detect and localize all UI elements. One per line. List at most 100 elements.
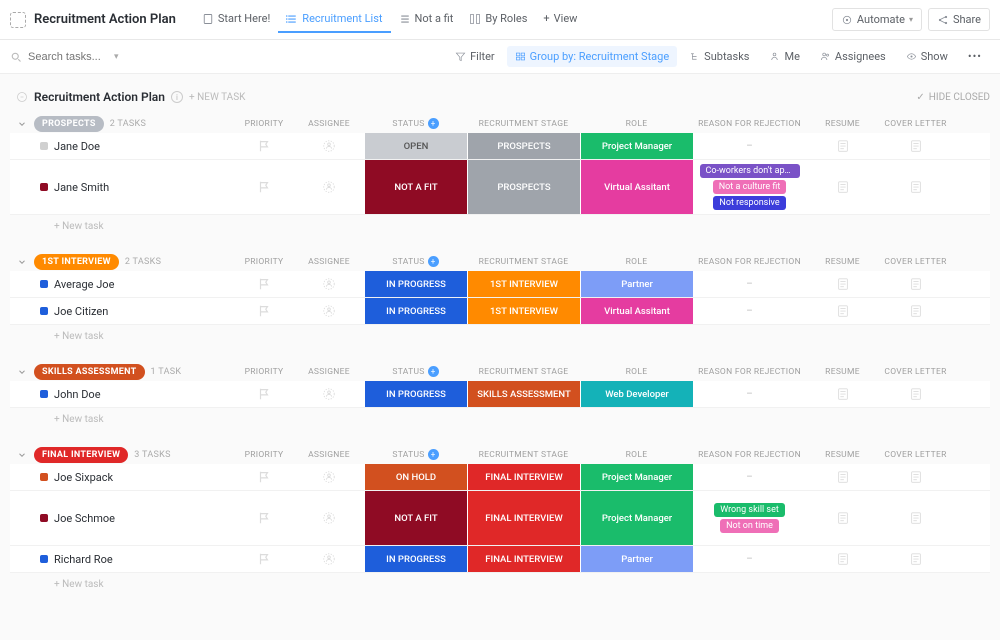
col-priority[interactable]: PRIORITY <box>234 115 294 133</box>
hide-closed-toggle[interactable]: ✓ HIDE CLOSED <box>916 92 990 103</box>
plus-icon[interactable]: + <box>428 449 439 460</box>
col-rejection[interactable]: REASON FOR REJECTION <box>693 253 806 271</box>
new-task-button[interactable]: + NEW TASK <box>189 92 245 103</box>
show-button[interactable]: Show <box>898 46 956 67</box>
new-task-button[interactable]: + New task <box>10 215 990 232</box>
table-row[interactable]: Average JoeIN PROGRESS1ST INTERVIEWPartn… <box>10 271 990 298</box>
table-row[interactable]: Richard RoeIN PROGRESSFINAL INTERVIEWPar… <box>10 546 990 573</box>
stage-cell[interactable]: PROSPECTS <box>467 160 580 214</box>
col-status[interactable]: STATUS+ <box>364 445 467 464</box>
resume-cell[interactable] <box>806 133 879 159</box>
col-assignee[interactable]: ASSIGNEE <box>294 446 364 464</box>
priority-cell[interactable] <box>234 464 294 490</box>
new-task-button[interactable]: + New task <box>10 325 990 342</box>
task-name-cell[interactable]: Joe Sixpack <box>34 464 234 490</box>
status-cell[interactable]: NOT A FIT <box>364 491 467 545</box>
status-cell[interactable]: IN PROGRESS <box>364 546 467 572</box>
col-rejection[interactable]: REASON FOR REJECTION <box>693 115 806 133</box>
table-row[interactable]: Jane SmithNOT A FITPROSPECTSVirtual Assi… <box>10 160 990 215</box>
priority-cell[interactable] <box>234 381 294 407</box>
table-row[interactable]: Jane DoeOPENPROSPECTSProject Manager– <box>10 133 990 160</box>
cover-letter-cell[interactable] <box>879 491 952 545</box>
rejection-tag[interactable]: Co-workers don't appro... <box>700 164 800 178</box>
resume-cell[interactable] <box>806 464 879 490</box>
col-role[interactable]: ROLE <box>580 115 693 133</box>
priority-cell[interactable] <box>234 546 294 572</box>
col-rejection[interactable]: REASON FOR REJECTION <box>693 446 806 464</box>
role-cell[interactable]: Virtual Assitant <box>580 160 693 214</box>
rejection-cell[interactable]: – <box>693 464 806 490</box>
group-caret[interactable] <box>17 119 27 129</box>
col-resume[interactable]: RESUME <box>806 115 879 133</box>
resume-cell[interactable] <box>806 546 879 572</box>
col-role[interactable]: ROLE <box>580 446 693 464</box>
tab-recruitment-list[interactable]: Recruitment List <box>278 6 390 33</box>
stage-pill[interactable]: SKILLS ASSESSMENT <box>34 364 145 380</box>
cover-letter-cell[interactable] <box>879 160 952 214</box>
col-assignee[interactable]: ASSIGNEE <box>294 253 364 271</box>
tab-not-a-fit[interactable]: Not a fit <box>391 6 462 33</box>
chevron-down-icon[interactable]: ▾ <box>114 52 119 62</box>
col-stage[interactable]: RECRUITMENT STAGE <box>467 253 580 271</box>
col-assignee[interactable]: ASSIGNEE <box>294 115 364 133</box>
tab-by-roles[interactable]: By Roles <box>461 6 535 33</box>
col-rejection[interactable]: REASON FOR REJECTION <box>693 363 806 381</box>
col-role[interactable]: ROLE <box>580 363 693 381</box>
col-cover[interactable]: COVER LETTER <box>879 115 952 133</box>
resume-cell[interactable] <box>806 298 879 324</box>
task-name-cell[interactable]: Joe Citizen <box>34 298 234 324</box>
col-resume[interactable]: RESUME <box>806 446 879 464</box>
assignee-cell[interactable] <box>294 491 364 545</box>
col-status[interactable]: STATUS+ <box>364 252 467 271</box>
resume-cell[interactable] <box>806 491 879 545</box>
rejection-cell[interactable]: – <box>693 271 806 297</box>
task-name-cell[interactable]: Jane Smith <box>34 160 234 214</box>
assignee-cell[interactable] <box>294 298 364 324</box>
assignee-cell[interactable] <box>294 464 364 490</box>
group-caret[interactable] <box>17 257 27 267</box>
stage-pill[interactable]: PROSPECTS <box>34 116 104 132</box>
col-assignee[interactable]: ASSIGNEE <box>294 363 364 381</box>
col-status[interactable]: STATUS+ <box>364 114 467 133</box>
col-stage[interactable]: RECRUITMENT STAGE <box>467 446 580 464</box>
assignee-cell[interactable] <box>294 133 364 159</box>
col-stage[interactable]: RECRUITMENT STAGE <box>467 115 580 133</box>
stage-cell[interactable]: 1ST INTERVIEW <box>467 298 580 324</box>
rejection-cell[interactable]: – <box>693 546 806 572</box>
col-cover[interactable]: COVER LETTER <box>879 446 952 464</box>
rejection-tag[interactable]: Not responsive <box>713 196 785 210</box>
status-cell[interactable]: IN PROGRESS <box>364 298 467 324</box>
automate-button[interactable]: Automate ▾ <box>832 8 922 31</box>
stage-cell[interactable]: SKILLS ASSESSMENT <box>467 381 580 407</box>
plus-icon[interactable]: + <box>428 256 439 267</box>
task-name-cell[interactable]: Average Joe <box>34 271 234 297</box>
status-cell[interactable]: ON HOLD <box>364 464 467 490</box>
role-cell[interactable]: Project Manager <box>580 464 693 490</box>
col-priority[interactable]: PRIORITY <box>234 253 294 271</box>
col-role[interactable]: ROLE <box>580 253 693 271</box>
rejection-cell[interactable]: – <box>693 381 806 407</box>
stage-cell[interactable]: 1ST INTERVIEW <box>467 271 580 297</box>
assignee-cell[interactable] <box>294 381 364 407</box>
col-resume[interactable]: RESUME <box>806 253 879 271</box>
rejection-tag[interactable]: Not a culture fit <box>713 180 787 194</box>
assignee-cell[interactable] <box>294 546 364 572</box>
group-caret[interactable] <box>17 450 27 460</box>
stage-pill[interactable]: 1ST INTERVIEW <box>34 254 119 270</box>
stage-cell[interactable]: FINAL INTERVIEW <box>467 546 580 572</box>
subtasks-button[interactable]: Subtasks <box>681 46 757 67</box>
rejection-cell[interactable]: Wrong skill setNot on time <box>693 491 806 545</box>
status-cell[interactable]: IN PROGRESS <box>364 381 467 407</box>
plus-icon[interactable]: + <box>428 118 439 129</box>
plus-icon[interactable]: + <box>428 366 439 377</box>
status-cell[interactable]: IN PROGRESS <box>364 271 467 297</box>
col-priority[interactable]: PRIORITY <box>234 446 294 464</box>
stage-cell[interactable]: FINAL INTERVIEW <box>467 464 580 490</box>
groupby-button[interactable]: Group by: Recruitment Stage <box>507 46 678 67</box>
tab-add-view[interactable]: + View <box>535 6 585 33</box>
priority-cell[interactable] <box>234 298 294 324</box>
stage-pill[interactable]: FINAL INTERVIEW <box>34 447 128 463</box>
col-cover[interactable]: COVER LETTER <box>879 253 952 271</box>
priority-cell[interactable] <box>234 160 294 214</box>
cover-letter-cell[interactable] <box>879 298 952 324</box>
